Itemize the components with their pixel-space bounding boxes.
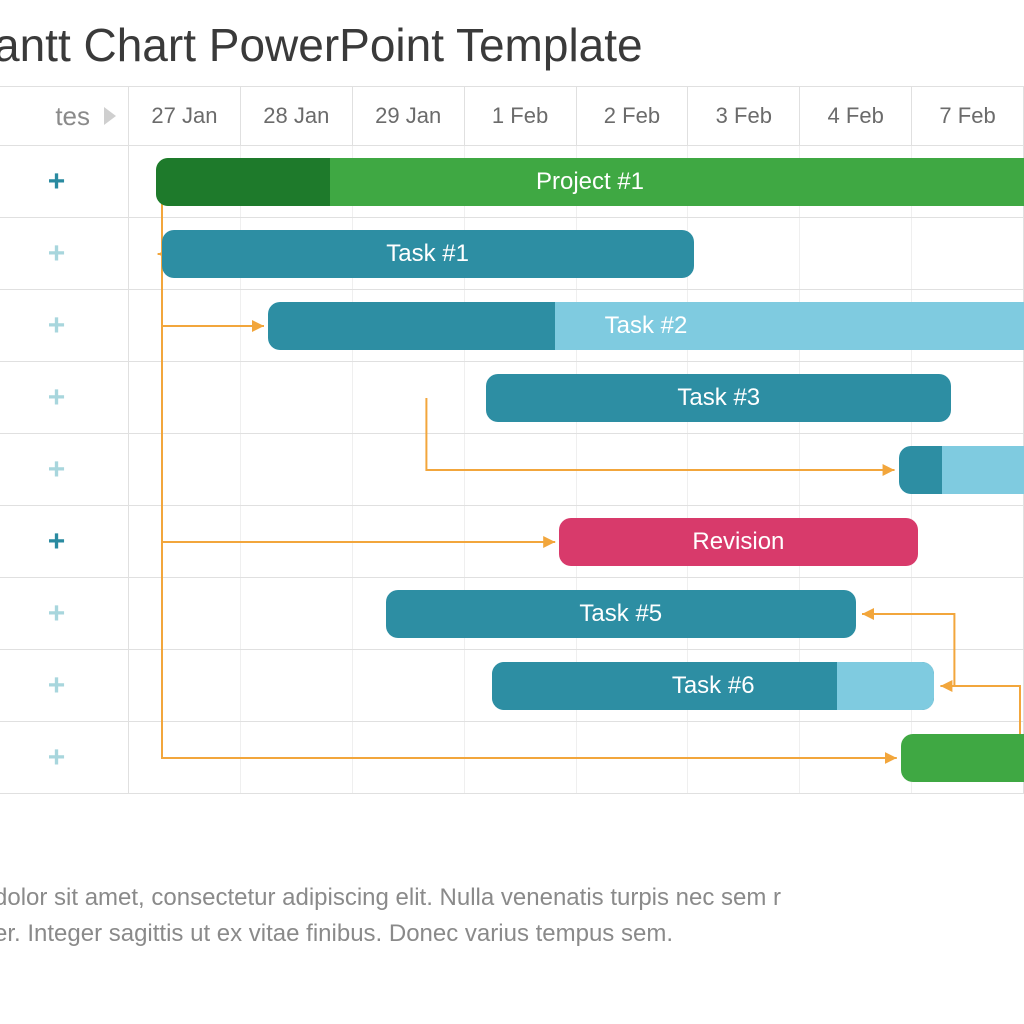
chevron-right-icon[interactable] — [104, 107, 116, 125]
date-cell: 28 Jan — [241, 87, 353, 145]
row-left-cell: + — [0, 218, 129, 289]
row-left-cell: + — [0, 434, 129, 505]
gantt-header-left: tes — [0, 87, 129, 145]
gantt-row: + — [0, 722, 1023, 794]
footer-text: dolor sit amet, consectetur adipiscing e… — [0, 880, 1014, 952]
row-left-cell: + — [0, 506, 129, 577]
gantt-header: tes 27 Jan28 Jan29 Jan1 Feb2 Feb3 Feb4 F… — [0, 86, 1024, 146]
gantt-row: + — [0, 578, 1023, 650]
date-cell: 1 Feb — [465, 87, 577, 145]
gantt-header-left-label: tes — [55, 101, 90, 132]
footer-line-1: dolor sit amet, consectetur adipiscing e… — [0, 884, 781, 911]
gantt-chart: tes 27 Jan28 Jan29 Jan1 Feb2 Feb3 Feb4 F… — [0, 86, 1024, 794]
gantt-row: + — [0, 146, 1023, 218]
date-cell: 7 Feb — [912, 87, 1023, 145]
row-left-cell: + — [0, 290, 129, 361]
page-title: antt Chart PowerPoint Template — [0, 0, 1024, 86]
gantt-row: + — [0, 218, 1023, 290]
date-cell: 3 Feb — [688, 87, 800, 145]
plus-icon[interactable]: + — [48, 599, 66, 629]
gantt-row: + — [0, 362, 1023, 434]
date-cell: 27 Jan — [129, 87, 241, 145]
plus-icon[interactable]: + — [48, 743, 66, 773]
gantt-grid: + + + + + + + + + — [0, 146, 1024, 794]
gantt-row: + — [0, 290, 1023, 362]
gantt-row: + — [0, 506, 1023, 578]
row-left-cell: + — [0, 362, 129, 433]
date-cell: 29 Jan — [353, 87, 465, 145]
gantt-date-axis: 27 Jan28 Jan29 Jan1 Feb2 Feb3 Feb4 Feb7 … — [129, 87, 1023, 145]
row-left-cell: + — [0, 722, 129, 793]
plus-icon[interactable]: + — [48, 455, 66, 485]
date-cell: 4 Feb — [800, 87, 912, 145]
plus-icon[interactable]: + — [48, 167, 66, 197]
gantt-row: + — [0, 650, 1023, 722]
row-left-cell: + — [0, 146, 129, 217]
plus-icon[interactable]: + — [48, 383, 66, 413]
plus-icon[interactable]: + — [48, 527, 66, 557]
row-left-cell: + — [0, 578, 129, 649]
row-left-cell: + — [0, 650, 129, 721]
date-cell: 2 Feb — [577, 87, 689, 145]
plus-icon[interactable]: + — [48, 239, 66, 269]
footer-line-2: er. Integer sagittis ut ex vitae finibus… — [0, 920, 673, 947]
plus-icon[interactable]: + — [48, 311, 66, 341]
gantt-row: + — [0, 434, 1023, 506]
plus-icon[interactable]: + — [48, 671, 66, 701]
